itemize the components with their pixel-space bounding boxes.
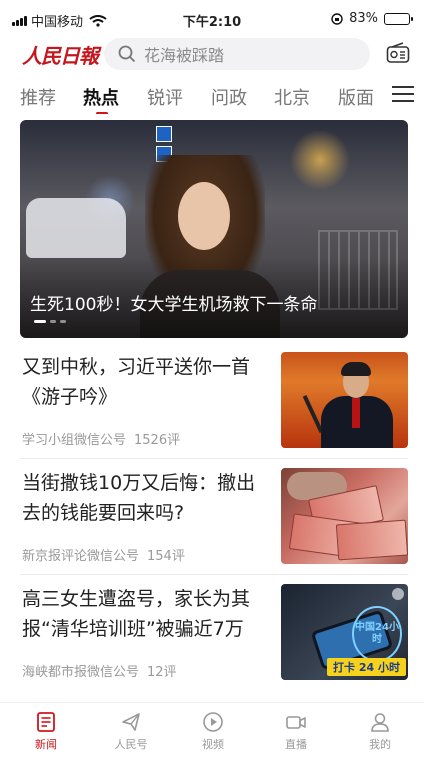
user-icon	[371, 713, 389, 732]
news-meta: 新京报评论微信公号 154评	[22, 545, 185, 564]
tab-beijing[interactable]: 北京	[274, 84, 310, 110]
divider	[20, 458, 408, 459]
news-item[interactable]: 又到中秋，习近平送你一首《游子吟》 学习小组微信公号 1526评	[20, 352, 408, 448]
channel-tabs: 推荐 热点 锐评 问政 北京 版面	[0, 80, 424, 114]
search-bar[interactable]: 花海被踩踏	[104, 38, 370, 70]
news-title: 高三女生遭盗号，家长为其报“清华培训班”被骗近7万	[22, 588, 251, 640]
video-camera-icon	[286, 716, 306, 729]
thumb-tag: 打卡 24 小时	[327, 658, 406, 676]
news-source: 海峡都市报微信公号	[22, 665, 140, 680]
nav-mine[interactable]: 我的	[350, 711, 410, 752]
status-right: 83%	[331, 11, 413, 26]
status-bar: 中国移动 下午2:10 83%	[0, 0, 424, 36]
news-meta: 海峡都市报微信公号 12评	[22, 661, 177, 680]
thumb-badge: 中国24小时	[352, 606, 402, 662]
search-icon	[118, 45, 136, 63]
nav-label: 新闻	[35, 738, 57, 751]
hero-image-face	[178, 182, 230, 250]
nav-video[interactable]: 视频	[183, 711, 243, 752]
news-title: 又到中秋，习近平送你一首《游子吟》	[22, 356, 251, 408]
close-icon	[392, 588, 404, 600]
hero-title: 生死100秒！女大学生机场救下一条命	[30, 295, 318, 315]
radio-icon[interactable]	[386, 42, 410, 64]
app-header: 人民日報 花海被踩踏	[0, 36, 424, 74]
carousel-dots	[34, 320, 66, 323]
nav-label: 人民号	[114, 738, 148, 751]
battery-icon	[384, 12, 413, 25]
tab-commentary[interactable]: 锐评	[147, 84, 183, 110]
nav-live[interactable]: 直播	[266, 711, 326, 752]
news-item[interactable]: 高三女生遭盗号，家长为其报“清华培训班”被骗近7万 海峡都市报微信公号 12评 中…	[20, 584, 408, 680]
news-comments: 1526评	[134, 433, 181, 448]
app-logo[interactable]: 人民日報	[22, 40, 99, 69]
news-title: 当街撒钱10万又后悔：撤出去的钱能要回来吗?	[22, 472, 256, 524]
nav-label: 我的	[369, 738, 391, 751]
news-source: 学习小组微信公号	[22, 433, 127, 448]
news-thumbnail	[281, 352, 408, 448]
news-item[interactable]: 当街撒钱10万又后悔：撤出去的钱能要回来吗? 新京报评论微信公号 154评	[20, 468, 408, 564]
paper-plane-icon	[122, 713, 140, 731]
nav-label: 直播	[285, 738, 307, 751]
news-thumbnail: 中国24小时 打卡 24 小时	[281, 584, 408, 680]
active-tab-indicator	[96, 112, 108, 114]
news-icon	[37, 712, 55, 732]
tab-inquiry[interactable]: 问政	[211, 84, 247, 110]
news-comments: 12评	[147, 665, 177, 680]
news-source: 新京报评论微信公号	[22, 549, 140, 564]
carousel-dot	[34, 320, 46, 323]
nav-people[interactable]: 人民号	[101, 711, 161, 752]
hero-banner[interactable]: 生死100秒！女大学生机场救下一条命	[20, 120, 408, 338]
carousel-dot	[60, 320, 66, 323]
news-comments: 154评	[147, 549, 185, 564]
nav-label: 视频	[202, 738, 224, 751]
tab-recommend[interactable]: 推荐	[20, 84, 56, 110]
nav-news[interactable]: 新闻	[16, 711, 76, 752]
carousel-dot	[50, 320, 56, 323]
tab-pages[interactable]: 版面	[338, 84, 374, 110]
divider	[20, 574, 408, 575]
battery-percent: 83%	[349, 11, 378, 26]
news-meta: 学习小组微信公号 1526评	[22, 429, 180, 448]
news-thumbnail	[281, 468, 408, 564]
tab-hot[interactable]: 热点	[83, 84, 119, 110]
menu-icon[interactable]	[392, 86, 414, 104]
hero-image-car	[26, 198, 126, 258]
play-icon	[203, 712, 223, 732]
bottom-nav: 新闻 人民号 视频 直播 我的	[0, 702, 424, 762]
hero-image-sign	[156, 126, 172, 142]
orientation-lock-icon	[331, 12, 343, 25]
search-placeholder: 花海被踩踏	[144, 46, 225, 65]
